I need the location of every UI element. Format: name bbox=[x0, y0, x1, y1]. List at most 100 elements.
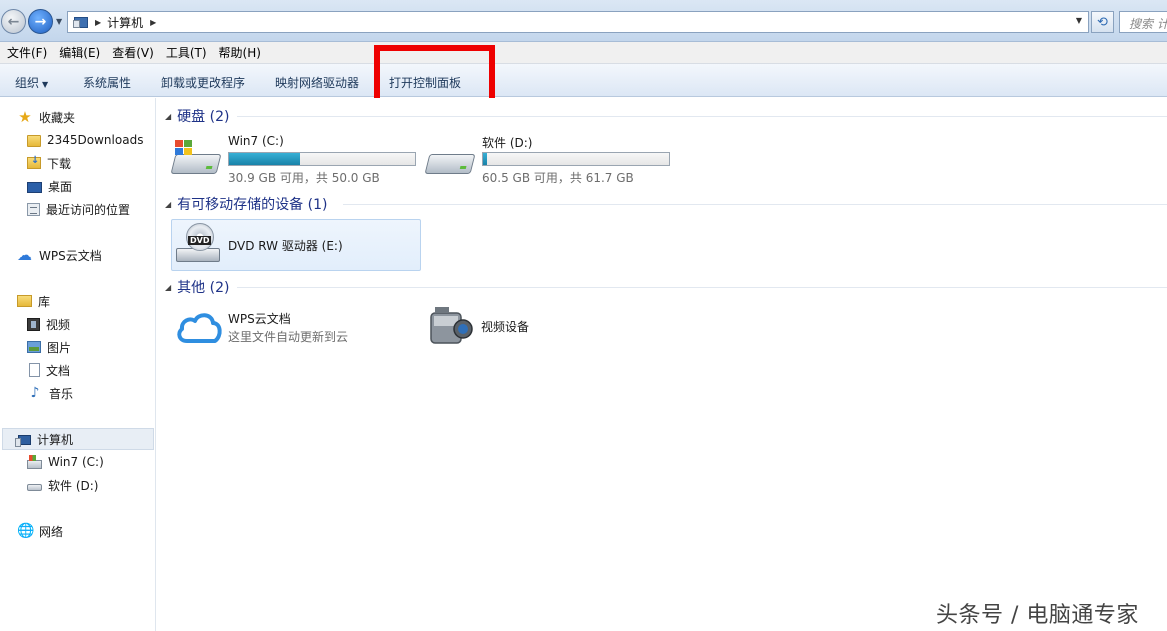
open-control-panel-button[interactable]: 打开控制面板 bbox=[389, 74, 461, 91]
video-library-icon bbox=[27, 317, 40, 331]
sidebar-item-label: 网络 bbox=[39, 524, 64, 539]
sidebar-item-downloads[interactable]: 下载 bbox=[27, 152, 71, 174]
system-drive-icon bbox=[27, 454, 42, 469]
computer-icon bbox=[15, 434, 31, 447]
menu-view[interactable]: 查看(V) bbox=[106, 44, 160, 61]
menu-tools[interactable]: 工具(T) bbox=[160, 44, 213, 61]
system-properties-button[interactable]: 系统属性 bbox=[83, 74, 131, 91]
group-header-label: 有可移动存储的设备 (1) bbox=[177, 197, 328, 213]
sidebar-item-favorites[interactable]: ★ 收藏夹 bbox=[17, 106, 75, 128]
forward-arrow-icon: → bbox=[34, 13, 47, 30]
drive-tile-d[interactable]: 软件 (D:) 60.5 GB 可用，共 61.7 GB bbox=[424, 134, 672, 190]
sidebar-item-libraries[interactable]: 库 bbox=[17, 290, 50, 312]
sidebar-item-network[interactable]: 🌐 网络 bbox=[17, 520, 63, 542]
sidebar-item-label: 下载 bbox=[47, 156, 72, 171]
drive-name: Win7 (C:) bbox=[228, 134, 284, 148]
wps-cloud-item[interactable]: WPS云文档 这里文件自动更新到云 bbox=[171, 305, 411, 351]
sidebar-item-label: 图片 bbox=[47, 340, 72, 355]
sidebar-item-music[interactable]: ♪ 音乐 bbox=[27, 382, 73, 404]
refresh-button[interactable]: ⟲ bbox=[1091, 11, 1114, 33]
breadcrumb-computer[interactable]: 计算机 bbox=[107, 14, 143, 31]
menu-file[interactable]: 文件(F) bbox=[0, 44, 53, 61]
sidebar-item-computer[interactable]: 计算机 bbox=[2, 428, 154, 450]
breadcrumb-separator-icon[interactable]: ▶ bbox=[95, 18, 101, 27]
libraries-icon bbox=[17, 295, 32, 307]
group-divider bbox=[237, 116, 1167, 117]
drive-name: 软件 (D:) bbox=[482, 136, 533, 150]
desktop-icon bbox=[27, 181, 42, 193]
cloud-icon bbox=[177, 313, 222, 343]
pictures-library-icon bbox=[27, 341, 41, 353]
sidebar-item-recent-places[interactable]: 最近访问的位置 bbox=[27, 198, 130, 220]
downloads-folder-icon bbox=[27, 155, 41, 169]
group-header-removable[interactable]: ◢ 有可移动存储的设备 (1) bbox=[165, 194, 327, 214]
drive-free-space: 60.5 GB 可用，共 61.7 GB bbox=[482, 171, 634, 185]
search-input[interactable]: 搜索 计算机 bbox=[1119, 11, 1167, 33]
system-drive-icon bbox=[170, 140, 222, 178]
drive-usage-bar bbox=[228, 152, 416, 166]
drive-tile-dvd[interactable]: DVD DVD RW 驱动器 (E:) bbox=[171, 219, 421, 271]
sidebar-item-label: 文档 bbox=[46, 363, 71, 378]
chevron-down-icon: ▼ bbox=[42, 80, 49, 89]
collapse-caret-icon[interactable]: ◢ bbox=[165, 283, 171, 292]
drive-name: DVD RW 驱动器 (E:) bbox=[228, 239, 343, 253]
sidebar-item-label: 库 bbox=[38, 294, 51, 309]
watermark-text: 头条号 / 电脑通专家 bbox=[936, 603, 1139, 628]
video-camera-icon bbox=[430, 307, 473, 344]
sidebar-item-label: 2345Downloads bbox=[47, 133, 144, 147]
address-dropdown-icon[interactable]: ▼ bbox=[1076, 16, 1082, 25]
organize-label: 组织 bbox=[15, 76, 40, 90]
uninstall-program-button[interactable]: 卸载或更改程序 bbox=[161, 74, 245, 91]
drive-usage-fill bbox=[229, 153, 301, 165]
sidebar-item-2345downloads[interactable]: 2345Downloads bbox=[27, 129, 143, 151]
sidebar-item-drive-c[interactable]: Win7 (C:) bbox=[27, 451, 104, 473]
recent-pages-dropdown-icon[interactable]: ▼ bbox=[56, 17, 62, 26]
group-header-label: 其他 (2) bbox=[177, 280, 230, 296]
drive-usage-fill bbox=[483, 153, 487, 165]
group-header-label: 硬盘 (2) bbox=[177, 109, 230, 125]
back-button[interactable]: ← bbox=[1, 9, 26, 34]
collapse-caret-icon[interactable]: ◢ bbox=[165, 112, 171, 121]
folder-icon bbox=[27, 134, 41, 147]
menu-edit[interactable]: 编辑(E) bbox=[53, 44, 106, 61]
back-arrow-icon: ← bbox=[7, 13, 20, 30]
menu-help[interactable]: 帮助(H) bbox=[213, 44, 267, 61]
map-network-drive-button[interactable]: 映射网络驱动器 bbox=[275, 74, 359, 91]
cloud-icon: ☁ bbox=[17, 246, 32, 264]
sidebar-item-pictures[interactable]: 图片 bbox=[27, 336, 71, 358]
sidebar-item-label: 桌面 bbox=[48, 179, 73, 194]
video-device-item[interactable]: 视频设备 bbox=[429, 305, 569, 351]
sidebar-item-videos[interactable]: 视频 bbox=[27, 313, 70, 335]
collapse-caret-icon[interactable]: ◢ bbox=[165, 200, 171, 209]
sidebar-item-label: 软件 (D:) bbox=[48, 478, 99, 493]
sidebar-item-wps-cloud[interactable]: ☁ WPS云文档 bbox=[17, 244, 102, 266]
group-divider bbox=[343, 204, 1167, 205]
sidebar-item-label: 视频 bbox=[46, 317, 71, 332]
sidebar-item-label: 收藏夹 bbox=[39, 110, 76, 125]
sidebar-item-drive-d[interactable]: 软件 (D:) bbox=[27, 474, 98, 496]
sidebar-item-desktop[interactable]: 桌面 bbox=[27, 175, 72, 197]
drive-tile-c[interactable]: Win7 (C:) 30.9 GB 可用，共 50.0 GB bbox=[170, 134, 418, 190]
group-header-hard-disks[interactable]: ◢ 硬盘 (2) bbox=[165, 106, 229, 126]
group-divider bbox=[237, 287, 1167, 288]
video-device-label: 视频设备 bbox=[481, 320, 530, 334]
group-header-other[interactable]: ◢ 其他 (2) bbox=[165, 277, 229, 297]
title-bar: ← → ▼ ▶ 计算机 ▶ ▼ ⟲ 搜索 计算机 bbox=[0, 0, 1167, 42]
organize-button[interactable]: 组织 ▼ bbox=[15, 74, 48, 91]
sidebar-item-documents[interactable]: 文档 bbox=[27, 359, 70, 381]
navigation-pane: ★ 收藏夹 2345Downloads 下载 桌面 最近访问的位置 ☁ WPS云… bbox=[0, 98, 156, 631]
hard-drive-icon bbox=[424, 140, 476, 178]
breadcrumb-separator-icon[interactable]: ▶ bbox=[150, 18, 156, 27]
sidebar-item-label: 音乐 bbox=[49, 386, 74, 401]
sidebar-item-label: 最近访问的位置 bbox=[46, 202, 131, 217]
address-bar[interactable]: ▶ 计算机 ▶ ▼ bbox=[67, 11, 1089, 33]
network-globe-icon: 🌐 bbox=[17, 523, 35, 539]
star-icon: ★ bbox=[18, 108, 32, 126]
refresh-icon: ⟲ bbox=[1097, 14, 1108, 30]
sidebar-item-label: Win7 (C:) bbox=[48, 455, 104, 469]
computer-icon bbox=[73, 16, 88, 28]
forward-button[interactable]: → bbox=[28, 9, 53, 34]
menu-bar: 文件(F) 编辑(E) 查看(V) 工具(T) 帮助(H) bbox=[0, 42, 1167, 64]
hard-drive-icon bbox=[27, 484, 42, 491]
documents-library-icon bbox=[29, 363, 40, 377]
